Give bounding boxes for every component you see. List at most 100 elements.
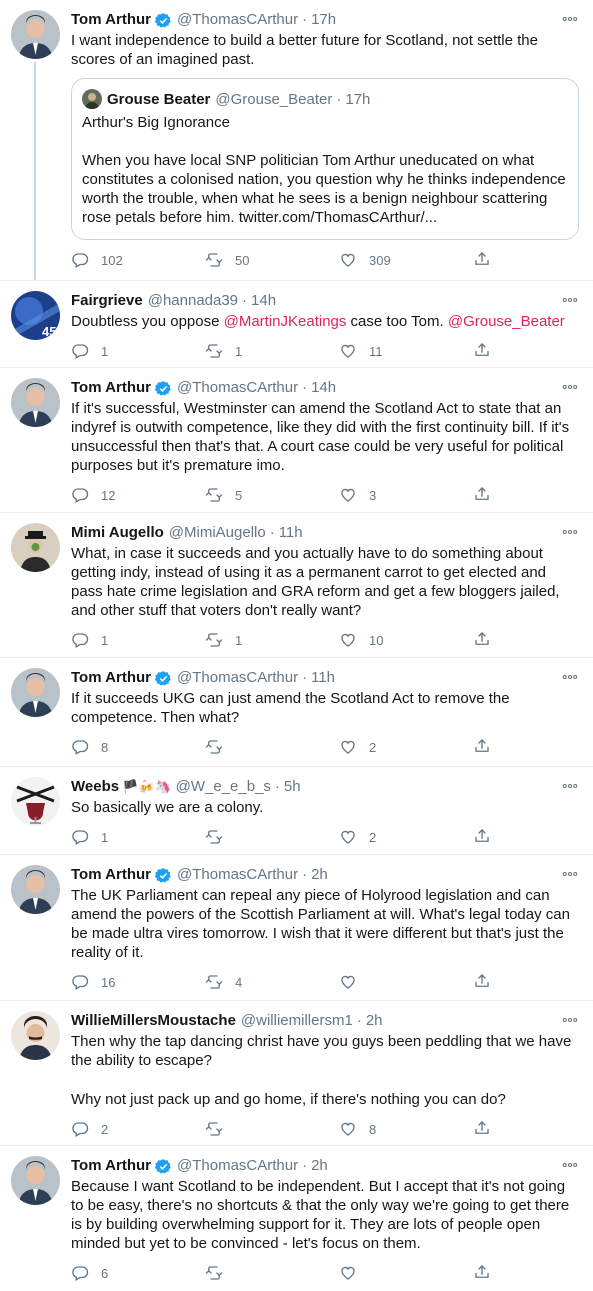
share-button[interactable]: [473, 1119, 491, 1140]
share-button[interactable]: [473, 827, 491, 848]
more-options-icon[interactable]: [561, 523, 579, 541]
retweet-button[interactable]: 5: [205, 486, 339, 504]
timestamp[interactable]: 11h: [311, 668, 335, 688]
more-options-icon[interactable]: [561, 291, 579, 309]
mention-link[interactable]: @MartinJKeatings: [224, 313, 347, 330]
avatar[interactable]: [11, 777, 60, 826]
retweet-button[interactable]: 4: [205, 973, 339, 991]
timestamp[interactable]: 2h: [311, 865, 328, 885]
tweet[interactable]: Tom Arthur @ThomasCArthur · 11h If it su…: [0, 658, 593, 767]
reply-button[interactable]: 1: [71, 342, 205, 360]
reply-button[interactable]: 102: [71, 251, 205, 269]
author-name[interactable]: Tom Arthur: [71, 668, 151, 688]
author-handle[interactable]: @ThomasCArthur: [177, 865, 298, 885]
tweet[interactable]: Tom Arthur @ThomasCArthur · 17h I want i…: [0, 0, 593, 281]
like-button[interactable]: [339, 973, 473, 991]
author-handle[interactable]: @ThomasCArthur: [177, 1156, 298, 1176]
reply-icon: [71, 828, 89, 846]
reply-button[interactable]: 1: [71, 828, 205, 846]
like-button[interactable]: 309: [339, 251, 473, 269]
more-options-icon[interactable]: [561, 1011, 579, 1029]
reply-button[interactable]: 6: [71, 1264, 205, 1282]
reply-button[interactable]: 8: [71, 738, 205, 756]
like-button[interactable]: 10: [339, 631, 473, 649]
more-options-icon[interactable]: [561, 378, 579, 396]
share-button[interactable]: [473, 1263, 491, 1284]
author-handle[interactable]: @W_e_e_b_s: [176, 777, 271, 797]
more-options-icon[interactable]: [561, 1156, 579, 1174]
more-options-icon[interactable]: [561, 668, 579, 686]
author-name[interactable]: Weebs: [71, 777, 119, 797]
avatar[interactable]: [11, 668, 60, 717]
author-handle[interactable]: @ThomasCArthur: [177, 378, 298, 398]
retweet-button[interactable]: 1: [205, 342, 339, 360]
retweet-button[interactable]: [205, 738, 339, 756]
share-button[interactable]: [473, 737, 491, 758]
avatar[interactable]: [11, 865, 60, 914]
timestamp[interactable]: 5h: [284, 777, 301, 797]
timestamp[interactable]: 14h: [251, 291, 276, 311]
author-handle[interactable]: @ThomasCArthur: [177, 10, 298, 30]
tweet-text: If it's successful, Westminster can amen…: [71, 400, 570, 474]
timestamp[interactable]: 2h: [311, 1156, 328, 1176]
more-options-icon[interactable]: [561, 10, 579, 28]
like-button[interactable]: [339, 1264, 473, 1282]
avatar[interactable]: [11, 1011, 60, 1060]
avatar[interactable]: [11, 10, 60, 59]
avatar[interactable]: [11, 378, 60, 427]
author-handle[interactable]: @ThomasCArthur: [177, 668, 298, 688]
retweet-button[interactable]: 1: [205, 631, 339, 649]
reply-button[interactable]: 16: [71, 973, 205, 991]
tweet[interactable]: Tom Arthur @ThomasCArthur · 2h Because I…: [0, 1146, 593, 1286]
share-button[interactable]: [473, 341, 491, 362]
author-name[interactable]: WillieMillersMoustache: [71, 1011, 236, 1031]
timestamp[interactable]: 11h: [279, 523, 303, 543]
author-name[interactable]: Tom Arthur: [71, 1156, 151, 1176]
share-button[interactable]: [473, 972, 491, 993]
avatar[interactable]: [11, 1156, 60, 1205]
author-handle[interactable]: @hannada39: [148, 291, 238, 311]
share-icon: [473, 630, 491, 648]
like-button[interactable]: 2: [339, 828, 473, 846]
author-handle[interactable]: @williemillersm1: [241, 1011, 353, 1031]
tweet[interactable]: Mimi Augello @MimiAugello · 11h What, in…: [0, 513, 593, 658]
retweet-button[interactable]: [205, 828, 339, 846]
share-button[interactable]: [473, 250, 491, 271]
author-name[interactable]: Fairgrieve: [71, 291, 143, 311]
retweet-button[interactable]: [205, 1120, 339, 1138]
timestamp[interactable]: 2h: [366, 1011, 383, 1031]
retweet-button[interactable]: 50: [205, 251, 339, 269]
like-button[interactable]: 3: [339, 486, 473, 504]
author-name[interactable]: Tom Arthur: [71, 865, 151, 885]
tweet[interactable]: WillieMillersMoustache @williemillersm1 …: [0, 1001, 593, 1146]
quoted-tweet[interactable]: Grouse Beater @Grouse_Beater · 17h Arthu…: [71, 78, 579, 240]
avatar[interactable]: 45: [11, 291, 60, 340]
share-button[interactable]: [473, 485, 491, 506]
author-handle[interactable]: @MimiAugello: [169, 523, 266, 543]
share-button[interactable]: [473, 630, 491, 651]
timestamp[interactable]: 17h: [311, 10, 336, 30]
retweet-icon: [205, 973, 223, 991]
more-options-icon[interactable]: [561, 777, 579, 795]
like-button[interactable]: 11: [339, 342, 473, 360]
more-options-icon[interactable]: [561, 865, 579, 883]
reply-button[interactable]: 2: [71, 1120, 205, 1138]
tweet[interactable]: 45 Fairgrieve @hannada39 · 14h Doubtless…: [0, 281, 593, 368]
tweet[interactable]: Weebs 🏴🍻🦄 @W_e_e_b_s · 5h So basically w…: [0, 767, 593, 855]
author-name[interactable]: Tom Arthur: [71, 378, 151, 398]
separator-dot: ·: [356, 1012, 362, 1029]
author-name[interactable]: Mimi Augello: [71, 523, 164, 543]
author-name[interactable]: Tom Arthur: [71, 10, 151, 30]
text-segment: Doubtless you oppose: [71, 313, 224, 330]
tweet[interactable]: Tom Arthur @ThomasCArthur · 14h If it's …: [0, 368, 593, 513]
reply-button[interactable]: 1: [71, 631, 205, 649]
like-button[interactable]: 8: [339, 1120, 473, 1138]
retweet-button[interactable]: [205, 1264, 339, 1282]
reply-button[interactable]: 12: [71, 486, 205, 504]
like-button[interactable]: 2: [339, 738, 473, 756]
mention-link[interactable]: @Grouse_Beater: [448, 313, 565, 330]
timestamp[interactable]: 14h: [311, 378, 336, 398]
tweet[interactable]: Tom Arthur @ThomasCArthur · 2h The UK Pa…: [0, 855, 593, 1001]
avatar[interactable]: [11, 523, 60, 572]
tweet-text: Why not just pack up and go home, if the…: [71, 1091, 506, 1108]
